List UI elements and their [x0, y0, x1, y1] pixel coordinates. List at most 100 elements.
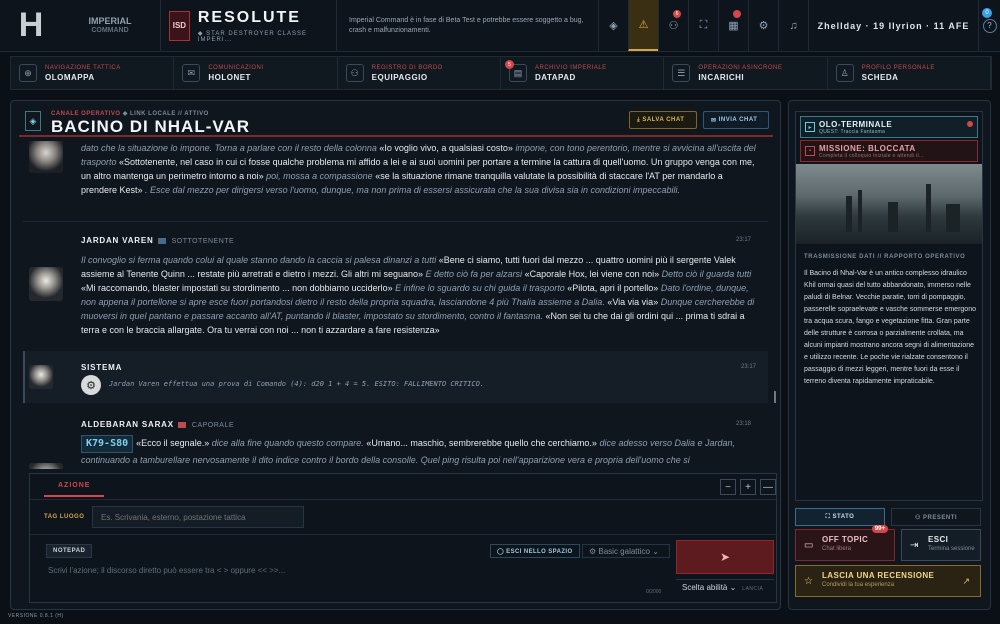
system-message: SISTEMA 23:17 ⚙ Jardan Varen effettua un… [23, 351, 768, 403]
space-exit-button[interactable]: ◯ ESCI NELLO SPAZIO [490, 544, 580, 558]
tab-presenti[interactable]: ⚇ PRESENTI [891, 508, 981, 526]
empire-emblem-icon: ⚙ [81, 375, 101, 395]
collapse-button[interactable]: — [760, 479, 776, 495]
help-badge: 0 [982, 8, 992, 18]
channel-icon: ◈ [25, 111, 41, 131]
avatar [29, 267, 63, 301]
nav-equipaggio[interactable]: ⚇ REGISTRO DI BORDO EQUIPAGGIO [338, 57, 501, 89]
message-list[interactable]: dato che la situazione lo impone. Torna … [23, 141, 768, 469]
message-text: dato che la situazione lo impone. Torna … [81, 143, 756, 195]
bell-icon[interactable]: ♫ [778, 0, 808, 51]
mail-icon: ✉ [182, 64, 201, 82]
tab-stato[interactable]: ⛶ STATO [795, 508, 885, 526]
settings-icon[interactable]: ⚙ [748, 0, 778, 51]
action-composer: AZIONE − + — TAG LUOGO NOTEPAD ◯ ESCI NE… [29, 473, 778, 603]
mission-card[interactable]: ▪ MISSIONE: BLOCCATA Completa il colloqu… [800, 140, 978, 162]
text-smaller-button[interactable]: − [720, 479, 736, 495]
profile-icon: ♙ [835, 64, 854, 82]
character-code: K79-S80 [81, 435, 134, 453]
calendar-icon[interactable]: ▦ [718, 0, 748, 51]
app-logo[interactable]: H [0, 0, 60, 51]
exit-button[interactable]: ⇥ ESCI Termina sessione [901, 529, 981, 561]
rank-icon [177, 421, 186, 428]
author-rank: SOTTOTENENTE [171, 238, 235, 245]
crew-icon: ⚇ [345, 64, 364, 82]
users-badge: 6 [673, 10, 681, 18]
divider [23, 221, 768, 222]
message-time: 23:17 [735, 237, 751, 243]
chat-panel: ◈ CANALE OPERATIVO ◆ LINK LOCALE // ATTI… [10, 100, 781, 610]
ability-select[interactable]: Scelta abilità ⌄ LANCIA [676, 579, 774, 595]
external-link-icon: ↗ [962, 576, 970, 586]
game-date: Zhellday · 19 Ilyrion · 11 AFE [808, 0, 978, 51]
scrollbar[interactable] [774, 391, 776, 403]
review-button[interactable]: ☆ LASCIA UNA RECENSIONE Condividi la tua… [795, 565, 981, 597]
tag-input[interactable] [92, 506, 304, 528]
channel-header: ◈ CANALE OPERATIVO ◆ LINK LOCALE // ATTI… [19, 109, 773, 137]
nav-olomappa[interactable]: ⊕ NAVIGAZIONE TATTICA OLOMAPPA [11, 57, 175, 89]
author-name: ALDEBARAN SARAX [81, 420, 174, 429]
datapad-icon: ▤ 5 [504, 60, 527, 82]
beta-notice: Imperial Command è in fase di Beta Test … [336, 0, 598, 51]
message-text: «Ecco il segnale.» dice alla fine quando… [81, 438, 736, 465]
logout-icon: ⇥ [910, 540, 919, 551]
author-rank: CAPORALE [191, 422, 235, 429]
ship-class: ◆ STAR DESTROYER CLASSE IMPERI... [197, 30, 308, 43]
ship-name: RESOLUTE [197, 8, 301, 26]
nav-scheda[interactable]: ♙ PROFILO PERSONALE SCHEDA [828, 57, 991, 89]
system-text: Jardan Varen effettua una prova di Coman… [109, 380, 485, 388]
warning-icon[interactable]: ⚠ [628, 0, 658, 51]
alert-dot [967, 121, 973, 127]
avatar [29, 141, 63, 173]
main-navigation: ⊕ NAVIGAZIONE TATTICA OLOMAPPA ✉ COMUNICA… [10, 56, 992, 90]
quest-card[interactable]: ▸ OLO-TERMINALE QUEST: Traccia Fantasma [800, 116, 978, 138]
imperial-command-logo: IMPERIAL COMMAND [88, 15, 132, 34]
help-icon: ? [982, 18, 997, 33]
nav-incarichi[interactable]: ☰ OPERAZIONI ASINCRONE INCARICHI [664, 57, 828, 89]
send-action-button[interactable]: ➤ [676, 540, 774, 574]
char-counter: 0/2000 [646, 589, 662, 595]
fullscreen-icon[interactable]: ⛶ [688, 0, 718, 51]
ship-code-badge: ISD [169, 10, 190, 41]
notepad-button[interactable]: NOTEPAD [46, 544, 93, 558]
offtopic-button[interactable]: ▭ OFF TOPIC Chat libera 99+ [795, 525, 895, 561]
holo-terminal: ▸ OLO-TERMINALE QUEST: Traccia Fantasma … [795, 111, 983, 501]
tag-label: TAG LUOGO [44, 514, 85, 520]
help-button[interactable]: ? 0 [978, 0, 1000, 51]
unread-badge: 99+ [871, 525, 888, 533]
send-chat-button[interactable]: ✉ INVIA CHAT [703, 111, 769, 129]
message-time: 23:18 [735, 421, 751, 427]
save-chat-button[interactable]: ⤓ SALVA CHAT [629, 111, 697, 129]
globe-icon: ⊕ [19, 64, 37, 82]
rank-icon [157, 237, 166, 244]
ship-header: ISD RESOLUTE ◆ STAR DESTROYER CLASSE IMP… [160, 0, 336, 51]
tab-azione[interactable]: AZIONE [44, 482, 105, 497]
divider [30, 499, 778, 500]
datapad-badge: 5 [504, 60, 514, 69]
star-icon: ☆ [804, 576, 813, 587]
users-icon[interactable]: ⚇ 6 [658, 0, 688, 51]
nav-datapad[interactable]: ▤ 5 ARCHIVIO IMPERIALE DATAPAD [501, 57, 665, 89]
starship-icon[interactable]: ◈ [598, 0, 628, 51]
author-name: SISTEMA [81, 363, 123, 372]
top-bar: H IMPERIAL COMMAND ISD RESOLUTE ◆ STAR D… [0, 0, 1000, 52]
location-image [796, 164, 982, 244]
nav-holonet[interactable]: ✉ COMUNICAZIONI HOLONET [174, 57, 338, 89]
send-icon: ➤ [719, 550, 731, 564]
report-heading: TRASMISSIONE DATI // RAPPORTO OPERATIVO [804, 254, 966, 260]
tasks-icon: ☰ [672, 64, 691, 82]
lock-icon: ▪ [805, 146, 815, 156]
calendar-badge [733, 10, 741, 18]
action-textarea[interactable]: Scrivi l'azione; il discorso diretto può… [48, 566, 285, 575]
message-text: Il convoglio si ferma quando colui al qu… [81, 255, 755, 335]
terminal-icon: ▸ [805, 122, 815, 132]
language-select[interactable]: ⚙ Basic galattico ⌄ [582, 544, 670, 558]
report-text: Il Bacino di Nhal-Var è un antico comple… [804, 270, 976, 385]
channel-title: BACINO DI NHAL-VAR [51, 117, 251, 136]
text-larger-button[interactable]: + [740, 479, 756, 495]
divider [30, 534, 778, 535]
author-name: JARDAN VAREN [81, 236, 154, 245]
roll-hint: LANCIA [742, 586, 764, 592]
version-label: VERSIONE 0.8.1 (H) [8, 613, 64, 619]
chat-icon: ▭ [804, 540, 814, 551]
